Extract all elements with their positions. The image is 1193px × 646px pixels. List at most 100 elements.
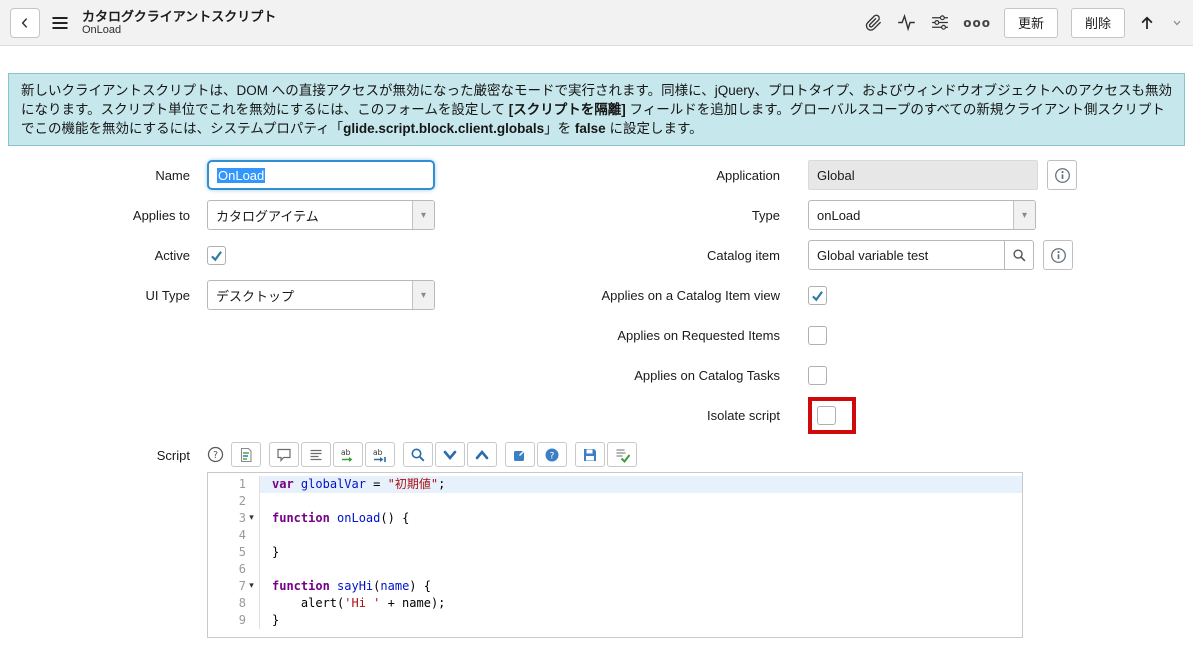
applies-catalog-item-view-label: Applies on a Catalog Item view: [601, 287, 780, 303]
field-row-application: Application Global: [530, 160, 1193, 190]
active-checkbox[interactable]: [207, 245, 226, 265]
line-number-gutter: 8: [208, 595, 260, 612]
validate-script-button[interactable]: [607, 442, 637, 467]
application-info-button[interactable]: [1047, 160, 1077, 190]
replace-all-button[interactable]: ab: [365, 442, 395, 467]
activity-waveform-icon: [898, 13, 916, 32]
code-line-text[interactable]: }: [260, 612, 1022, 629]
script-check-icon: [616, 448, 630, 463]
save-script-button[interactable]: [575, 442, 605, 467]
context-menu-button[interactable]: [50, 13, 70, 33]
help-circle-icon: ?: [207, 446, 224, 463]
script-help-button[interactable]: ?: [207, 446, 224, 463]
code-line-text[interactable]: function onLoad() {: [260, 510, 1022, 527]
editor-help-button[interactable]: ?: [537, 442, 567, 467]
hamburger-icon: [52, 16, 68, 29]
info-message-banner: 新しいクライアントスクリプトは、DOM への直接アクセスが無効になった厳密なモー…: [8, 73, 1185, 146]
toggle-syntax-highlight-button[interactable]: [231, 442, 261, 467]
search-icon: [411, 448, 425, 461]
fold-arrow-icon[interactable]: ▾: [246, 510, 257, 527]
code-line[interactable]: 9}: [208, 612, 1022, 629]
format-document-button[interactable]: [301, 442, 331, 467]
chevron-left-icon: [21, 17, 28, 28]
back-button[interactable]: [10, 7, 40, 38]
replace-button[interactable]: ab: [333, 442, 363, 467]
more-options-button[interactable]: ooo: [963, 16, 991, 30]
chevron-up-icon: [475, 449, 489, 459]
code-line[interactable]: 5}: [208, 544, 1022, 561]
record-title-block: カタログクライアントスクリプト OnLoad: [82, 9, 276, 37]
update-button[interactable]: 更新: [1003, 7, 1058, 38]
find-previous-button[interactable]: [467, 442, 497, 467]
dropdown-arrow-icon: ▾: [1013, 201, 1035, 229]
name-input-selected-text: OnLoad: [217, 167, 266, 183]
script-label: Script: [156, 448, 190, 463]
ui-type-label: UI Type: [145, 287, 190, 303]
script-icon: [240, 447, 252, 462]
comment-code-button[interactable]: [269, 442, 299, 467]
script-section: Script ? ab ab ? 1 var globalVar = "初期値"…: [0, 442, 1193, 638]
active-label: Active: [154, 247, 190, 263]
applies-requested-items-checkbox[interactable]: [808, 325, 827, 345]
code-line[interactable]: 8 alert('Hi ' + name);: [208, 595, 1022, 612]
code-line[interactable]: 4: [208, 527, 1022, 544]
type-value: onLoad: [817, 207, 861, 223]
isolate-script-label: Isolate script: [707, 407, 780, 423]
field-row-name: Name OnLoad: [0, 160, 530, 190]
ui-type-select[interactable]: デスクトップ ▾: [207, 280, 435, 310]
code-line[interactable]: 2: [208, 493, 1022, 510]
code-line-text[interactable]: [260, 527, 1022, 544]
code-line-text[interactable]: alert('Hi ' + name);: [260, 595, 1022, 612]
search-code-button[interactable]: [403, 442, 433, 467]
info-circle-icon: [1050, 247, 1066, 263]
applies-catalog-tasks-checkbox[interactable]: [808, 365, 827, 385]
dropdown-arrow-icon: ▾: [412, 281, 434, 309]
activity-stream-button[interactable]: [896, 13, 917, 32]
line-number-gutter: 6: [208, 561, 260, 578]
delete-button[interactable]: 削除: [1070, 7, 1125, 38]
fold-arrow-icon[interactable]: ▾: [246, 578, 257, 595]
catalog-item-input[interactable]: Global variable test: [808, 240, 1004, 270]
banner-bold-property-name: glide.script.block.client.globals: [343, 121, 545, 136]
code-line[interactable]: 6: [208, 561, 1022, 578]
personalize-form-button[interactable]: [930, 13, 950, 32]
script-code-editor[interactable]: 1 var globalVar = "初期値"; 2 3 ▾ function onLoa…: [207, 472, 1023, 638]
applies-catalog-item-view-checkbox[interactable]: [808, 285, 827, 305]
type-select[interactable]: onLoad ▾: [808, 200, 1036, 230]
open-in-window-button[interactable]: [505, 442, 535, 467]
checkmark-icon: [211, 250, 222, 261]
code-line-text[interactable]: [260, 561, 1022, 578]
catalog-item-info-button[interactable]: [1043, 240, 1073, 270]
code-line-text[interactable]: function sayHi(name) {: [260, 578, 1022, 595]
scroll-to-top-button[interactable]: [1138, 14, 1156, 32]
code-line-text[interactable]: [260, 493, 1022, 510]
code-line-text[interactable]: var globalVar = "初期値";: [260, 476, 1022, 493]
checkmark-icon: [812, 290, 823, 301]
name-label: Name: [155, 167, 190, 183]
code-line[interactable]: 7 ▾ function sayHi(name) {: [208, 578, 1022, 595]
field-row-isolate-script: Isolate script: [530, 396, 1193, 434]
code-line[interactable]: 1 var globalVar = "初期値";: [208, 476, 1022, 493]
field-row-applies-requested-items: Applies on Requested Items: [530, 320, 1193, 350]
attachment-button[interactable]: [864, 13, 883, 32]
code-lines: 1 var globalVar = "初期値"; 2 3 ▾ function onLoa…: [208, 476, 1022, 629]
banner-bold-false: false: [574, 121, 606, 136]
applies-requested-items-label: Applies on Requested Items: [617, 327, 780, 343]
svg-text:ab: ab: [341, 448, 351, 457]
code-line[interactable]: 3 ▾ function onLoad() {: [208, 510, 1022, 527]
field-row-active: Active: [0, 240, 530, 270]
dropdown-arrow-icon: ▾: [412, 201, 434, 229]
applies-to-select[interactable]: カタログアイテム ▾: [207, 200, 435, 230]
ui-type-value: デスクトップ: [216, 288, 295, 304]
catalog-item-value: Global variable test: [817, 247, 929, 263]
find-next-button[interactable]: [435, 442, 465, 467]
replace-icon: ab: [341, 448, 352, 462]
name-input[interactable]: OnLoad: [207, 160, 435, 190]
isolate-script-checkbox[interactable]: [817, 405, 836, 425]
comment-bubble-icon: [277, 448, 291, 462]
header-collapse-button[interactable]: [1171, 17, 1183, 29]
red-highlight-annotation: [808, 396, 856, 434]
catalog-item-lookup-button[interactable]: [1004, 240, 1034, 270]
header-bar: カタログクライアントスクリプト OnLoad ooo 更新 削除: [0, 0, 1193, 46]
code-line-text[interactable]: }: [260, 544, 1022, 561]
